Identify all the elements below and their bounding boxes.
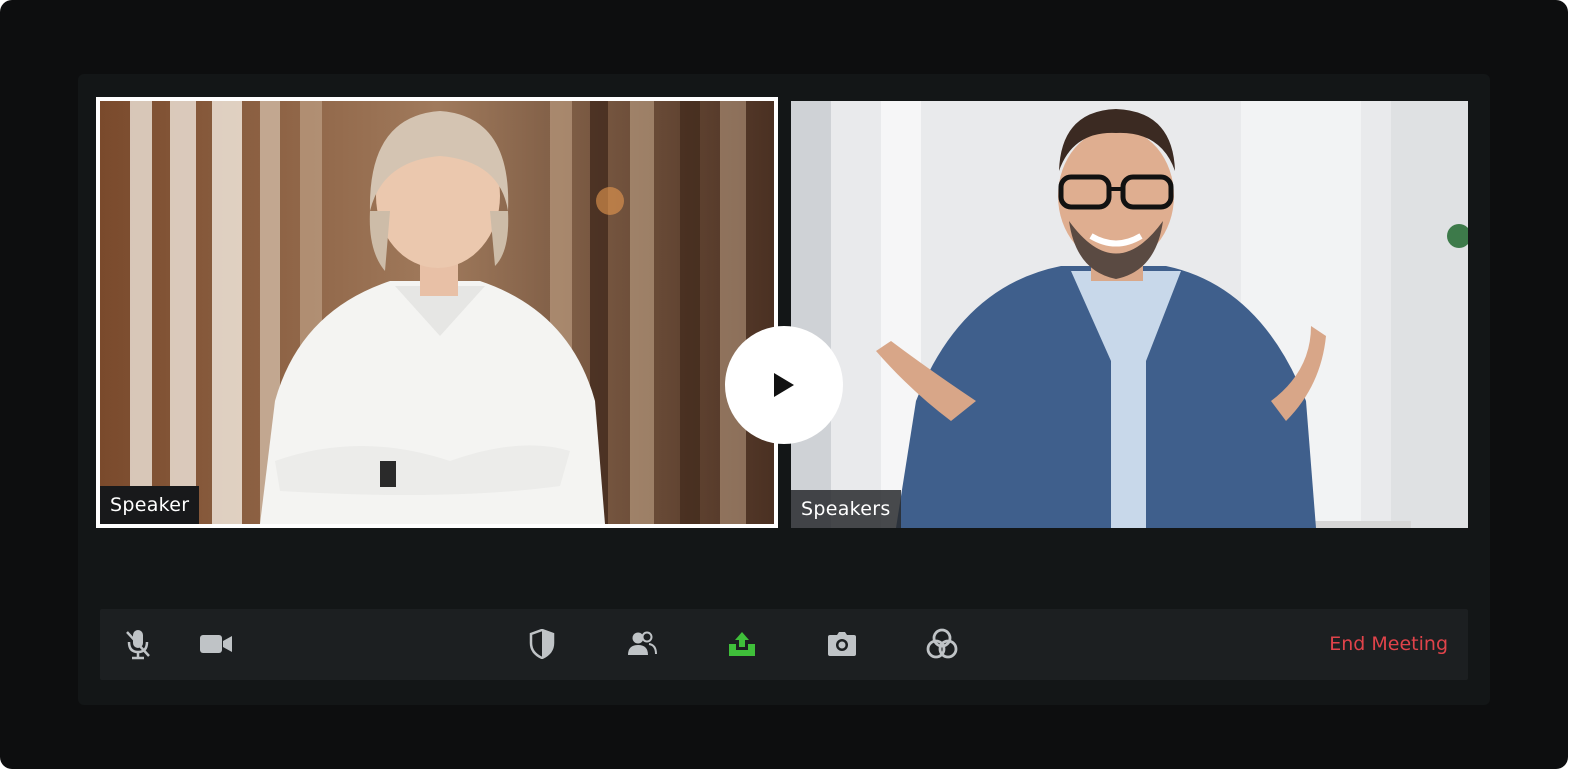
shield-icon <box>529 629 555 659</box>
meeting-panel: Speaker Speakers End Meeting <box>78 74 1490 705</box>
participant-name-label: Speaker <box>100 486 200 524</box>
participant-video-man <box>791 101 1468 528</box>
apps-rings-icon <box>926 628 958 659</box>
video-camera-icon <box>200 635 232 653</box>
snapshot-button[interactable] <box>824 626 860 662</box>
meeting-toolbar: End Meeting <box>100 609 1468 680</box>
end-meeting-button[interactable]: End Meeting <box>1329 609 1448 680</box>
apps-button[interactable] <box>924 626 960 662</box>
participant-video-woman <box>100 101 774 524</box>
mute-button[interactable] <box>120 626 156 662</box>
participant-name-label: Speakers <box>791 490 901 528</box>
share-screen-icon <box>729 632 755 656</box>
mic-off-icon <box>126 630 150 660</box>
camera-icon <box>828 632 856 656</box>
participants-button[interactable] <box>624 626 660 662</box>
participant-tile-active[interactable]: Speaker <box>96 97 778 528</box>
share-screen-button[interactable] <box>724 626 760 662</box>
meeting-window: Speaker Speakers End Meeting <box>0 0 1568 769</box>
security-button[interactable] <box>524 626 560 662</box>
play-icon <box>774 373 794 397</box>
play-button[interactable] <box>725 326 843 444</box>
participants-icon <box>628 631 657 655</box>
video-button[interactable] <box>198 626 234 662</box>
participant-tile[interactable]: Speakers <box>791 101 1468 528</box>
